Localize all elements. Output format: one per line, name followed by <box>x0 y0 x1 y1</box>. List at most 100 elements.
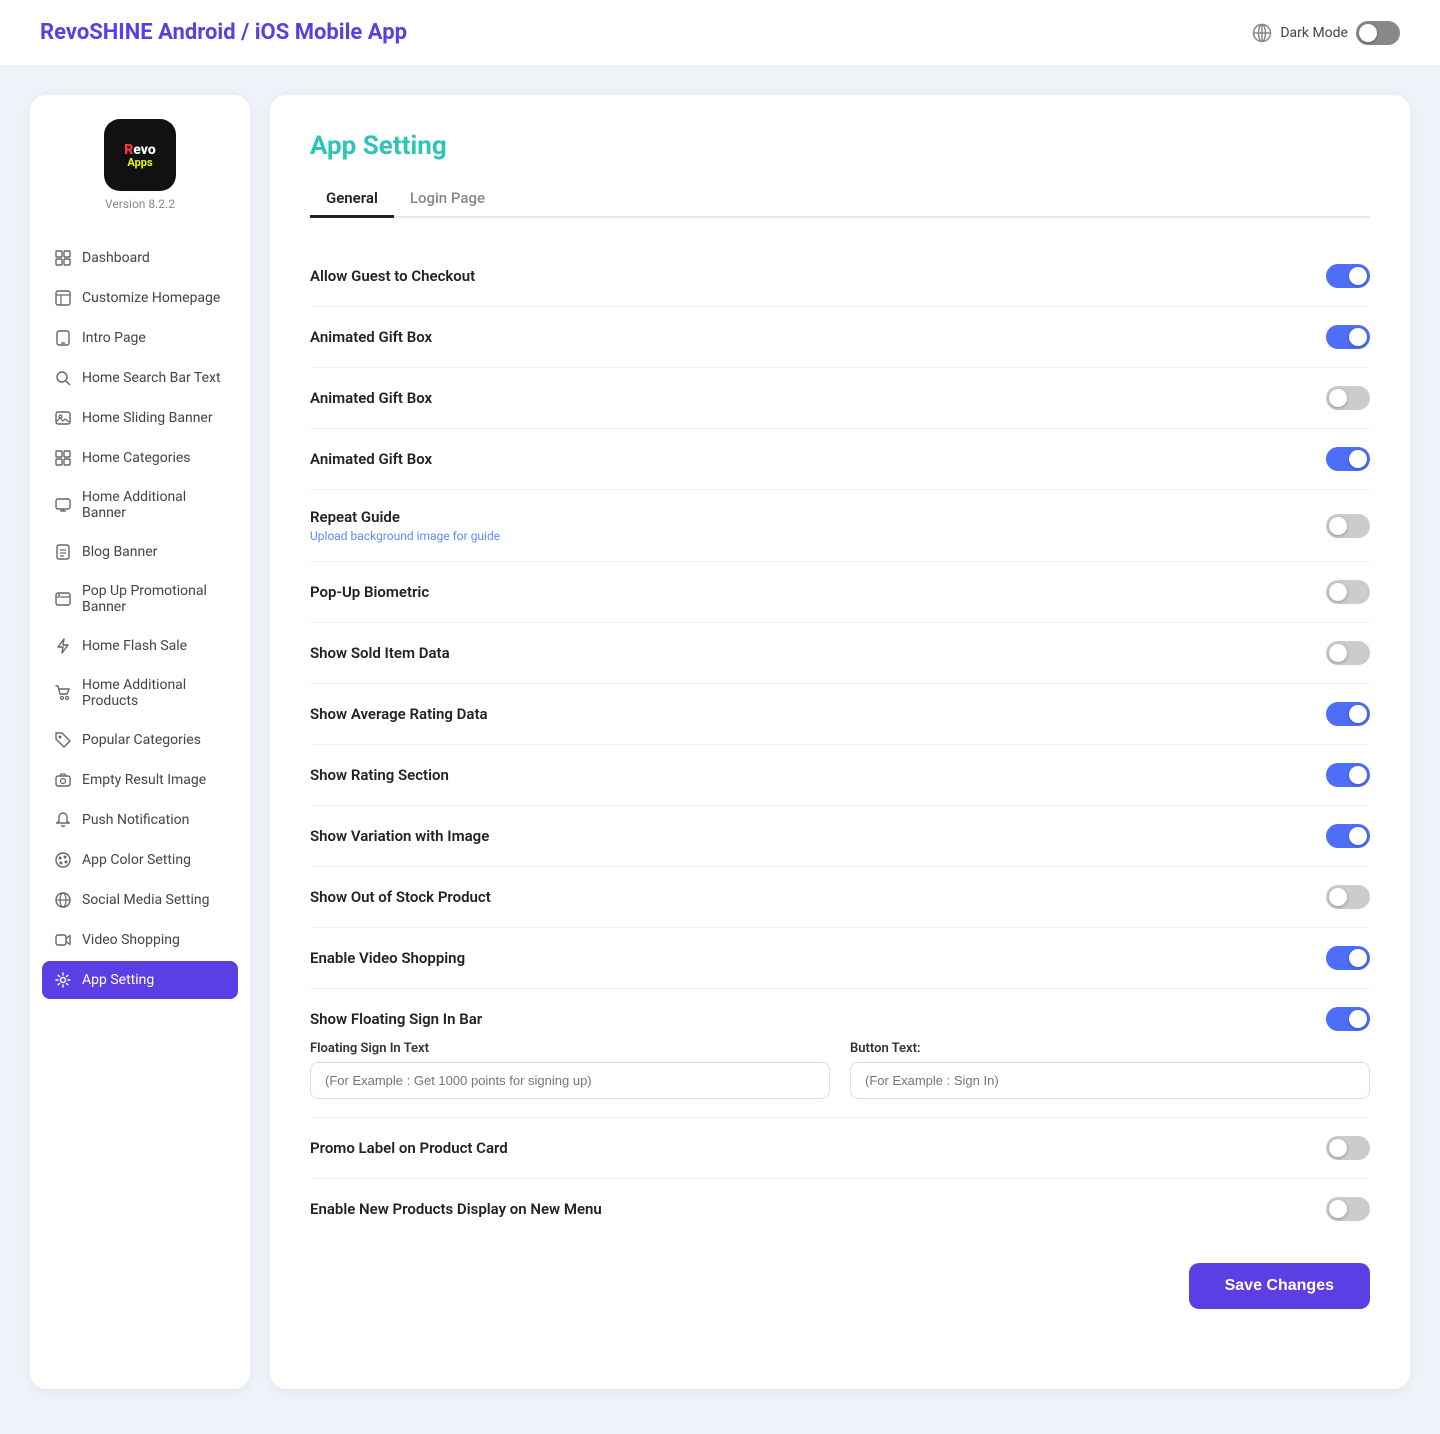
toggle-animated-gift-box-1[interactable] <box>1326 325 1370 349</box>
sidebar-item-app-setting[interactable]: App Setting <box>42 961 238 999</box>
dark-mode-toggle[interactable] <box>1356 21 1400 45</box>
camera-icon <box>54 771 72 789</box>
setting-label-animated-gift-box-2: Animated Gift Box <box>310 389 432 407</box>
image-icon <box>54 409 72 427</box>
setting-show-rating-section: Show Rating Section <box>310 745 1370 806</box>
sidebar-item-home-categories[interactable]: Home Categories <box>42 439 238 477</box>
button-text-group: Button Text: <box>850 1041 1370 1099</box>
save-btn-row: Save Changes <box>310 1263 1370 1309</box>
grid-icon <box>54 249 72 267</box>
version-text: Version 8.2.2 <box>105 197 175 211</box>
sidebar-item-social-media-setting[interactable]: Social Media Setting <box>42 881 238 919</box>
toggle-show-rating-section[interactable] <box>1326 763 1370 787</box>
tabs: General Login Page <box>310 181 1370 218</box>
top-header: RevoSHINE Android / iOS Mobile App Dark … <box>0 0 1440 65</box>
toggle-enable-video-shopping[interactable] <box>1326 946 1370 970</box>
sidebar-label-app-color-setting: App Color Setting <box>82 852 191 868</box>
setting-label-enable-video-shopping: Enable Video Shopping <box>310 949 465 967</box>
sidebar-item-popular-categories[interactable]: Popular Categories <box>42 721 238 759</box>
sidebar-label-intro-page: Intro Page <box>82 330 146 346</box>
content-area: App Setting General Login Page Allow Gue… <box>270 95 1410 1389</box>
sidebar-item-home-additional-products[interactable]: Home Additional Products <box>42 667 238 719</box>
sidebar-item-intro-page[interactable]: Intro Page <box>42 319 238 357</box>
sidebar-label-blog-banner: Blog Banner <box>82 544 157 560</box>
setting-label-pop-up-biometric: Pop-Up Biometric <box>310 583 429 601</box>
sidebar-label-home-categories: Home Categories <box>82 450 191 466</box>
toggle-show-floating-sign-in-bar[interactable] <box>1326 1007 1370 1031</box>
sidebar-item-home-flash-sale[interactable]: Home Flash Sale <box>42 627 238 665</box>
sidebar-label-home-search-bar-text: Home Search Bar Text <box>82 370 221 386</box>
setting-show-floating-sign-in-bar: Show Floating Sign In Bar Floating Sign … <box>310 989 1370 1118</box>
sidebar-label-home-sliding-banner: Home Sliding Banner <box>82 410 213 426</box>
setting-animated-gift-box-2: Animated Gift Box <box>310 368 1370 429</box>
sidebar-label-popular-categories: Popular Categories <box>82 732 201 748</box>
sidebar-label-home-additional-products: Home Additional Products <box>82 677 226 709</box>
toggle-show-sold-item-data[interactable] <box>1326 641 1370 665</box>
setting-show-sold-item-data: Show Sold Item Data <box>310 623 1370 684</box>
toggle-show-average-rating-data[interactable] <box>1326 702 1370 726</box>
setting-repeat-guide: Repeat Guide Upload background image for… <box>310 490 1370 562</box>
sidebar-item-home-additional-banner[interactable]: Home Additional Banner <box>42 479 238 531</box>
sidebar-label-push-notification: Push Notification <box>82 812 189 828</box>
button-text-input[interactable] <box>850 1062 1370 1099</box>
toggle-show-out-of-stock-product[interactable] <box>1326 885 1370 909</box>
sidebar-label-pop-up-promotional-banner: Pop Up Promotional Banner <box>82 583 226 615</box>
setting-label-show-floating-sign-in-bar: Show Floating Sign In Bar <box>310 1010 482 1028</box>
save-changes-button[interactable]: Save Changes <box>1189 1263 1370 1309</box>
app-title: RevoSHINE Android / iOS Mobile App <box>40 20 407 45</box>
toggle-enable-new-products-display[interactable] <box>1326 1197 1370 1221</box>
setting-animated-gift-box-3: Animated Gift Box <box>310 429 1370 490</box>
logo-apps: Apps <box>127 157 152 168</box>
sidebar-label-customize-homepage: Customize Homepage <box>82 290 220 306</box>
toggle-promo-label-product-card[interactable] <box>1326 1136 1370 1160</box>
nav-list: Dashboard Customize Homepage Intro Page <box>30 239 250 999</box>
layout-icon <box>54 289 72 307</box>
palette-icon <box>54 851 72 869</box>
sidebar-item-app-color-setting[interactable]: App Color Setting <box>42 841 238 879</box>
sidebar-item-home-sliding-banner[interactable]: Home Sliding Banner <box>42 399 238 437</box>
dark-mode-label: Dark Mode <box>1280 25 1348 41</box>
setting-label-show-variation-with-image: Show Variation with Image <box>310 827 489 845</box>
sidebar-item-dashboard[interactable]: Dashboard <box>42 239 238 277</box>
sidebar-item-blog-banner[interactable]: Blog Banner <box>42 533 238 571</box>
gear-icon <box>54 971 72 989</box>
floating-sign-in-text-label: Floating Sign In Text <box>310 1041 830 1056</box>
sidebar-item-push-notification[interactable]: Push Notification <box>42 801 238 839</box>
floating-sign-in-text-group: Floating Sign In Text <box>310 1041 830 1099</box>
tag-icon <box>54 731 72 749</box>
setting-label-animated-gift-box-3: Animated Gift Box <box>310 450 432 468</box>
setting-promo-label-product-card: Promo Label on Product Card <box>310 1118 1370 1179</box>
phone-icon <box>54 329 72 347</box>
sidebar-label-app-setting: App Setting <box>82 972 154 988</box>
toggle-allow-guest-checkout[interactable] <box>1326 264 1370 288</box>
sidebar-item-home-search-bar-text[interactable]: Home Search Bar Text <box>42 359 238 397</box>
flash-icon <box>54 637 72 655</box>
setting-label-show-out-of-stock-product: Show Out of Stock Product <box>310 888 491 906</box>
content-title: App Setting <box>310 131 1370 161</box>
toggle-show-variation-with-image[interactable] <box>1326 824 1370 848</box>
sidebar-item-video-shopping[interactable]: Video Shopping <box>42 921 238 959</box>
browser-icon <box>54 590 72 608</box>
setting-label-enable-new-products-display: Enable New Products Display on New Menu <box>310 1200 602 1218</box>
tab-general[interactable]: General <box>310 181 394 218</box>
grid2-icon <box>54 449 72 467</box>
sidebar-item-empty-result-image[interactable]: Empty Result Image <box>42 761 238 799</box>
toggle-repeat-guide[interactable] <box>1326 514 1370 538</box>
search-icon <box>54 369 72 387</box>
tab-login-page[interactable]: Login Page <box>394 181 501 218</box>
floating-sign-in-text-input[interactable] <box>310 1062 830 1099</box>
setting-label-animated-gift-box-1: Animated Gift Box <box>310 328 432 346</box>
sidebar-label-home-flash-sale: Home Flash Sale <box>82 638 187 654</box>
file-icon <box>54 543 72 561</box>
settings-list: Allow Guest to Checkout Animated Gift Bo… <box>310 246 1370 1239</box>
toggle-animated-gift-box-2[interactable] <box>1326 386 1370 410</box>
sidebar-item-customize-homepage[interactable]: Customize Homepage <box>42 279 238 317</box>
sidebar-label-social-media-setting: Social Media Setting <box>82 892 209 908</box>
sidebar-item-pop-up-promotional-banner[interactable]: Pop Up Promotional Banner <box>42 573 238 625</box>
setting-sublabel-repeat-guide: Upload background image for guide <box>310 529 500 543</box>
toggle-pop-up-biometric[interactable] <box>1326 580 1370 604</box>
toggle-animated-gift-box-3[interactable] <box>1326 447 1370 471</box>
setting-allow-guest-checkout: Allow Guest to Checkout <box>310 246 1370 307</box>
setting-label-repeat-guide: Repeat Guide <box>310 508 500 526</box>
setting-show-out-of-stock-product: Show Out of Stock Product <box>310 867 1370 928</box>
